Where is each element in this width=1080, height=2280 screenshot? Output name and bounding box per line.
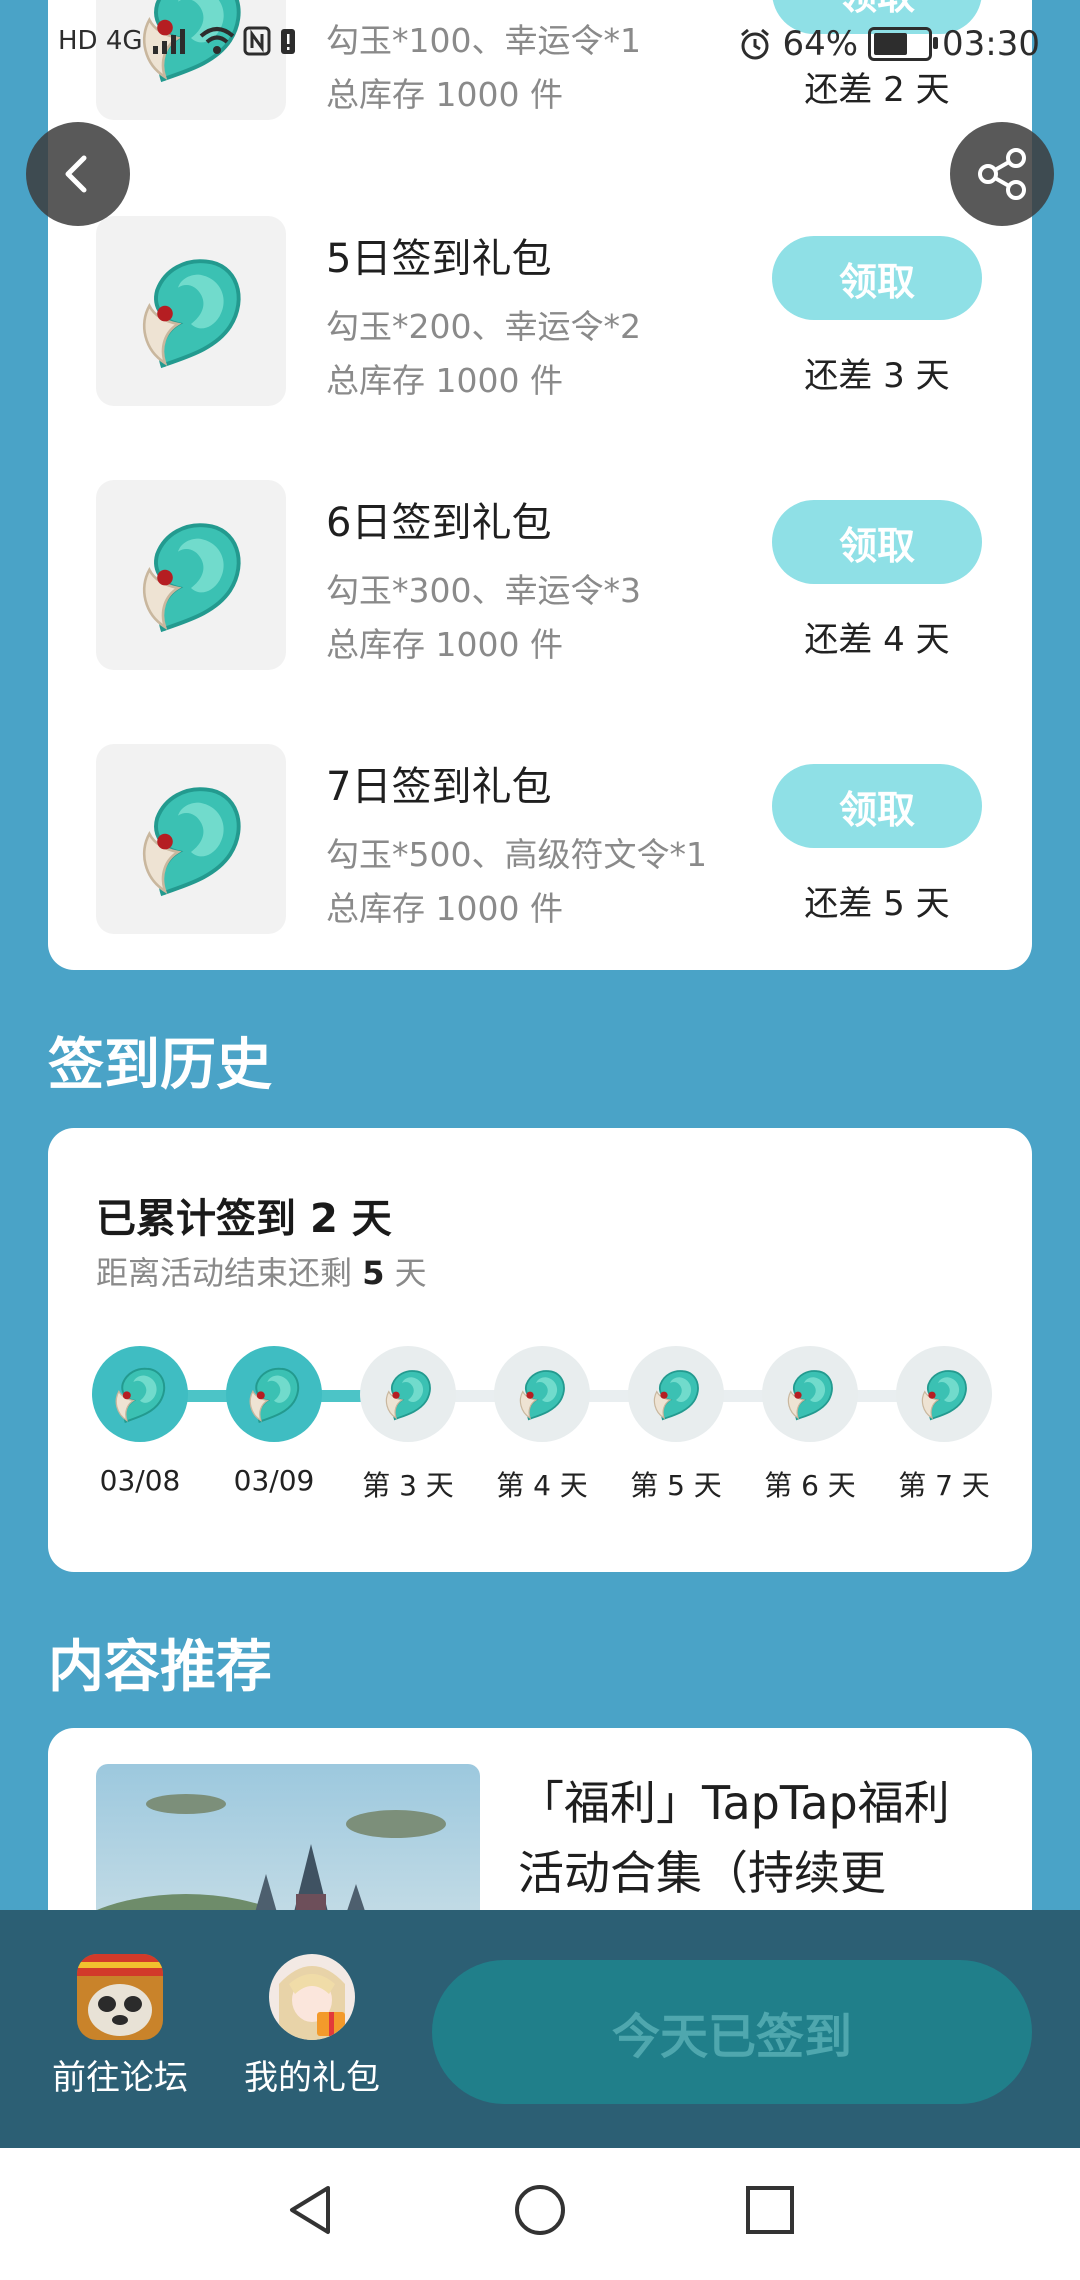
magatama-gem-icon xyxy=(142,787,241,897)
magatama-gem-icon xyxy=(653,1370,699,1421)
magatama-gem-icon xyxy=(142,523,241,633)
magatama-gem-icon xyxy=(249,1367,300,1424)
nav-back-icon[interactable] xyxy=(282,2182,338,2238)
share-button[interactable] xyxy=(950,122,1054,226)
day-node-pending xyxy=(762,1346,858,1442)
remain-days-number: 5 xyxy=(362,1254,385,1292)
gift-stock: 总库存 1000 件 xyxy=(326,889,563,928)
claim-button[interactable]: 领取 xyxy=(772,764,982,848)
battery-percent: 64% xyxy=(782,24,859,64)
article-title[interactable]: 「福利」TapTap福利活动合集（持续更 xyxy=(518,1768,988,1908)
day-label: 第 4 天 xyxy=(496,1469,588,1502)
wifi-icon xyxy=(199,27,234,54)
gift-icon xyxy=(96,216,286,406)
back-button[interactable] xyxy=(26,122,130,226)
recommend-section-title: 内容推荐 xyxy=(48,1635,272,1700)
nfc-icon xyxy=(243,26,271,56)
gift-stock: 总库存 1000 件 xyxy=(326,625,563,664)
bottom-action-bar: 前往论坛 我的礼包 今天已签到 xyxy=(0,1910,1080,2148)
status-left: HD 4G xyxy=(58,26,297,56)
magatama-gem-icon xyxy=(519,1370,565,1421)
gift-row: 6日签到礼包勾玉*300、幸运令*3 总库存 1000 件 领取还差 4 天 xyxy=(48,480,1032,710)
nav-recents-icon[interactable] xyxy=(742,2182,798,2238)
day-label: 第 5 天 xyxy=(630,1469,722,1502)
magatama-gem-icon xyxy=(385,1370,431,1421)
days-remaining: 还差 5 天 xyxy=(804,884,950,924)
gift-stock: 总库存 1000 件 xyxy=(326,361,563,400)
history-section-title: 签到历史 xyxy=(48,1033,272,1098)
signed-today-button[interactable]: 今天已签到 xyxy=(432,1960,1032,2104)
day-node-completed xyxy=(226,1346,322,1442)
gift-row: 7日签到礼包勾玉*500、高级符文令*1 总库存 1000 件 领取还差 5 天 xyxy=(48,744,1032,974)
claim-button[interactable]: 领取 xyxy=(772,500,982,584)
magatama-gem-icon xyxy=(115,1367,166,1424)
day-node-pending xyxy=(494,1346,590,1442)
magatama-gem-icon xyxy=(921,1370,967,1421)
day-node-pending xyxy=(360,1346,456,1442)
gift-contents: 勾玉*500、高级符文令*1 xyxy=(326,835,707,874)
system-nav-bar xyxy=(0,2148,1080,2280)
day-node-pending xyxy=(896,1346,992,1442)
alert-battery-icon xyxy=(280,29,295,54)
forum-game-icon xyxy=(77,1954,163,2040)
magatama-gem-icon xyxy=(142,259,241,369)
gift-title: 7日签到礼包 xyxy=(326,764,552,810)
chevron-left-icon xyxy=(65,155,87,193)
share-icon xyxy=(978,148,1026,200)
gift-title: 5日签到礼包 xyxy=(326,236,552,282)
days-remaining: 还差 4 天 xyxy=(804,620,950,660)
clock: 03:30 xyxy=(942,24,1040,64)
status-right: 64% 03:30 xyxy=(738,24,1040,64)
day-label: 03/09 xyxy=(233,1464,315,1497)
day-node-completed xyxy=(92,1346,188,1442)
my-gifts-button[interactable]: 我的礼包 xyxy=(232,1954,392,2099)
gift-contents: 勾玉*300、幸运令*3 xyxy=(326,571,641,610)
my-gifts-label: 我的礼包 xyxy=(244,2058,380,2098)
remain-suffix: 天 xyxy=(384,1254,427,1292)
accum-days: 2 xyxy=(309,1196,338,1242)
my-gifts-avatar-icon xyxy=(269,1954,355,2040)
gift-title: 6日签到礼包 xyxy=(326,500,552,546)
day-label: 03/08 xyxy=(99,1464,181,1497)
day-node-pending xyxy=(628,1346,724,1442)
gift-contents: 勾玉*200、幸运令*2 xyxy=(326,307,641,346)
day-label: 第 3 天 xyxy=(362,1469,454,1502)
gift-icon xyxy=(96,480,286,670)
magatama-gem-icon xyxy=(787,1370,833,1421)
status-bar: HD 4G 64% 03:30 xyxy=(0,0,1080,96)
battery-fill xyxy=(874,33,908,55)
day-label: 第 7 天 xyxy=(898,1469,990,1502)
claim-button[interactable]: 领取 xyxy=(772,236,982,320)
battery-icon xyxy=(868,27,939,61)
gift-row: 5日签到礼包勾玉*200、幸运令*2 总库存 1000 件 领取还差 3 天 xyxy=(48,216,1032,446)
accumulated-days: 已累计签到 2 天 xyxy=(96,1186,392,1244)
forum-button[interactable]: 前往论坛 xyxy=(40,1954,200,2099)
accum-suffix: 天 xyxy=(337,1196,392,1242)
forum-label: 前往论坛 xyxy=(52,2058,188,2098)
signal-icon xyxy=(152,29,185,54)
days-remaining: 还差 3 天 xyxy=(804,356,950,396)
status-network-text: HD 4G xyxy=(58,26,143,56)
remain-prefix: 距离活动结束还剩 xyxy=(96,1254,363,1292)
alarm-icon xyxy=(741,28,770,60)
gift-icon xyxy=(96,744,286,934)
history-card: 已累计签到 2 天 距离活动结束还剩 5 天 03/08 03/09 第 3 天 第 … xyxy=(48,1128,1032,1572)
nav-home-icon[interactable] xyxy=(512,2182,568,2238)
accum-prefix: 已累计签到 xyxy=(96,1196,310,1242)
remaining-days: 距离活动结束还剩 5 天 xyxy=(96,1248,427,1294)
day-label: 第 6 天 xyxy=(764,1469,856,1502)
